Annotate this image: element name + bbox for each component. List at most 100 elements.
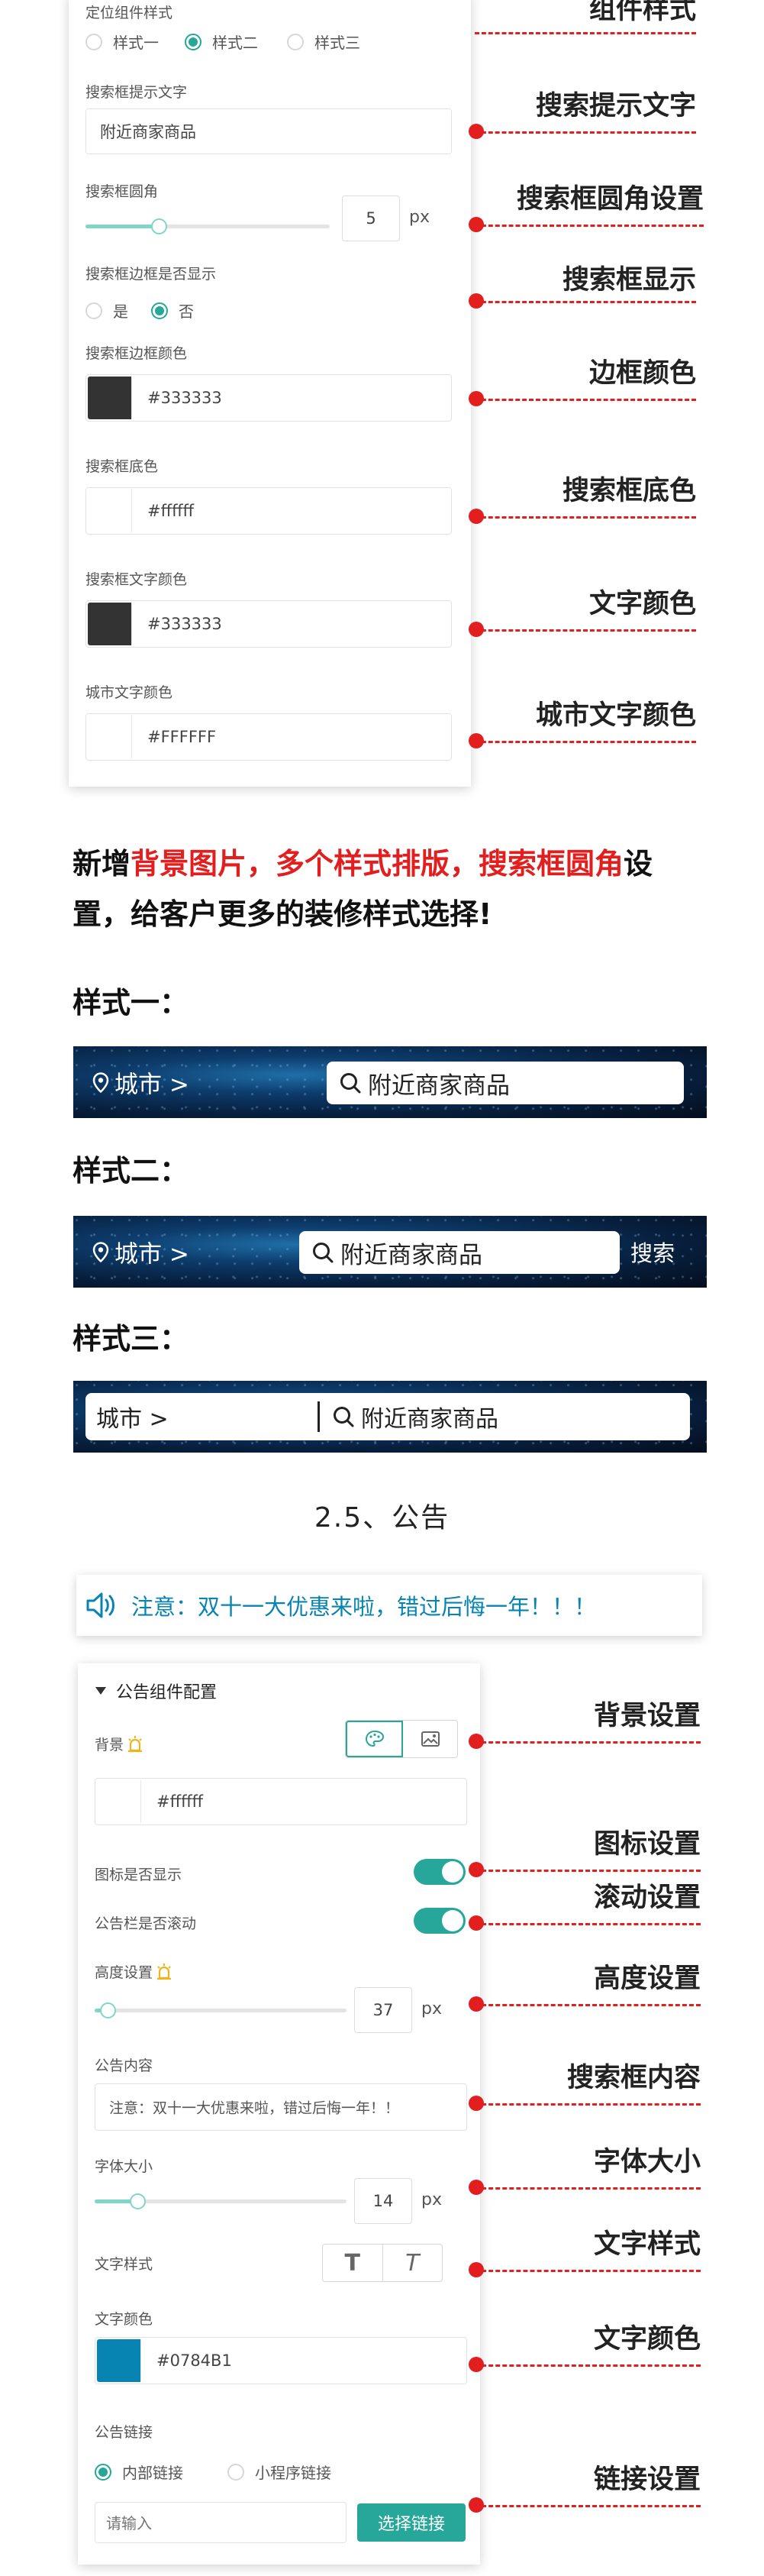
link-label: 公告链接 xyxy=(95,2424,153,2441)
style-option-1[interactable]: 样式一 xyxy=(85,31,159,53)
city-color-swatch[interactable] xyxy=(88,716,132,758)
font-size-slider[interactable] xyxy=(95,2193,347,2209)
city-selector[interactable]: 城市 > xyxy=(96,1400,318,1433)
bold-button[interactable]: T xyxy=(323,2245,383,2281)
annotation-content: 搜索框内容 xyxy=(469,2056,701,2111)
search-icon xyxy=(340,1073,361,1094)
font-size-label: 字体大小 xyxy=(95,2158,153,2175)
scroll-label: 公告栏是否滚动 xyxy=(95,1915,197,1932)
content-input[interactable]: 注意：双十一大优惠来啦，错过后悔一年！！ xyxy=(95,2083,467,2131)
bold-icon: T xyxy=(344,2249,360,2277)
bg-color-swatch[interactable] xyxy=(97,1780,141,1823)
alarm-icon xyxy=(128,1735,143,1752)
style-two-banner: 城市 > 附近商家商品 搜索 xyxy=(73,1216,707,1288)
notice-settings-panel: 公告组件配置 背景 #ffffff 图标是否显示 公告栏是否滚动 高度设置 37… xyxy=(78,1663,480,2565)
italic-button[interactable]: T xyxy=(383,2245,443,2281)
text-color-label: 搜索框文字颜色 xyxy=(85,571,188,588)
style-three-banner: 城市 > 附近商家商品 xyxy=(73,1381,707,1453)
annotation-text-color: 文字颜色 xyxy=(469,582,696,637)
combined-search-bar[interactable]: 城市 > 附近商家商品 xyxy=(85,1393,690,1440)
text-color-field[interactable]: #333333 xyxy=(85,600,452,648)
border-show-yes[interactable]: 是 xyxy=(85,299,128,322)
page: 定位组件样式 样式一 样式二 样式三 搜索框提示文字 附近商家商品 搜索框圆角 … xyxy=(0,0,764,2576)
city-selector[interactable]: 城市 > xyxy=(92,1065,189,1100)
bg-color-field[interactable]: #ffffff xyxy=(85,487,452,535)
radius-input[interactable]: 5 xyxy=(342,196,400,241)
radio-checked-icon xyxy=(151,302,168,319)
height-unit: px xyxy=(421,1999,442,2018)
text-style-buttons: T T xyxy=(322,2244,443,2282)
radius-label: 搜索框圆角 xyxy=(85,183,159,200)
bg-label: 背景 xyxy=(95,1734,143,1754)
palette-icon xyxy=(365,1730,384,1747)
link-input-field[interactable] xyxy=(106,2512,335,2535)
link-miniprogram-option[interactable]: 小程序链接 xyxy=(227,2461,331,2483)
icon-show-label: 图标是否显示 xyxy=(95,1867,182,1883)
border-color-field[interactable]: #333333 xyxy=(85,374,452,422)
bg-color-label: 搜索框底色 xyxy=(85,458,159,475)
height-slider[interactable] xyxy=(95,2002,347,2018)
annotation-bg: 背景设置 xyxy=(469,1694,701,1749)
icon-show-toggle[interactable] xyxy=(414,1859,466,1885)
text-color-swatch[interactable] xyxy=(97,2339,141,2382)
panel-title[interactable]: 公告组件配置 xyxy=(95,1679,217,1703)
placeholder-input[interactable]: 附近商家商品 xyxy=(85,108,452,154)
section-title: 2.5、公告 xyxy=(314,1502,450,1534)
search-button[interactable]: 搜索 xyxy=(630,1236,675,1268)
location-pin-icon xyxy=(92,1071,109,1093)
radius-slider-fill xyxy=(85,225,159,228)
font-size-input[interactable]: 14 xyxy=(354,2178,412,2224)
search-box[interactable]: 附近商家商品 xyxy=(327,1062,684,1104)
search-icon xyxy=(313,1243,334,1263)
italic-icon: T xyxy=(405,2249,420,2277)
scroll-toggle[interactable] xyxy=(414,1908,466,1934)
radius-slider-handle[interactable] xyxy=(151,218,167,234)
radio-icon xyxy=(227,2463,244,2481)
annotation-text-color: 文字颜色 xyxy=(469,2317,701,2372)
link-input[interactable] xyxy=(95,2502,347,2543)
search-box[interactable]: 附近商家商品 xyxy=(299,1231,620,1274)
city-color-field[interactable]: #FFFFFF xyxy=(85,713,452,761)
annotation-bg-color: 搜索框底色 xyxy=(469,469,696,524)
search-settings-panel: 定位组件样式 样式一 样式二 样式三 搜索框提示文字 附近商家商品 搜索框圆角 … xyxy=(69,0,471,787)
city-color-label: 城市文字颜色 xyxy=(85,684,173,701)
font-size-slider-handle[interactable] xyxy=(130,2193,147,2209)
link-internal-option[interactable]: 内部链接 xyxy=(95,2461,183,2483)
text-color-swatch[interactable] xyxy=(88,603,132,645)
radius-slider[interactable] xyxy=(85,218,330,234)
radio-icon xyxy=(85,302,102,319)
style-three-label: 样式三： xyxy=(73,1322,189,1356)
bg-color-swatch[interactable] xyxy=(88,490,132,532)
image-mode-button[interactable] xyxy=(403,1721,457,1757)
height-input[interactable]: 37 xyxy=(354,1987,412,2033)
style-one-banner: 城市 > 附近商家商品 xyxy=(73,1046,707,1118)
annotation-scroll: 滚动设置 xyxy=(469,1876,701,1931)
annotation-border-color: 边框颜色 xyxy=(469,351,696,406)
alarm-icon xyxy=(157,1963,172,1980)
headline: 新增背景图片，多个样式排版，搜索框圆角设 置，给客户更多的装修样式选择! xyxy=(73,847,653,931)
annotation-text-style: 文字样式 xyxy=(469,2222,701,2277)
radio-icon xyxy=(287,33,304,50)
city-selector[interactable]: 城市 > xyxy=(92,1235,189,1269)
annotation-radius: 搜索框圆角设置 xyxy=(469,177,704,232)
radio-checked-icon xyxy=(95,2463,111,2481)
select-link-button[interactable]: 选择链接 xyxy=(357,2503,466,2542)
text-color-field[interactable]: #0784B1 xyxy=(95,2337,467,2384)
style-label: 定位组件样式 xyxy=(85,5,173,21)
location-pin-icon xyxy=(92,1241,109,1262)
border-show-no[interactable]: 否 xyxy=(151,299,194,322)
color-mode-button[interactable] xyxy=(346,1721,403,1757)
border-color-swatch[interactable] xyxy=(88,377,132,419)
height-slider-handle[interactable] xyxy=(99,2002,116,2018)
height-label: 高度设置 xyxy=(95,1961,172,1982)
style-two-label: 样式二： xyxy=(73,1154,189,1188)
annotation-link: 链接设置 xyxy=(469,2458,701,2513)
notice-bar-preview: 注意：双十一大优惠来啦，错过后悔一年！！！ xyxy=(76,1575,702,1636)
annotation-icon: 图标设置 xyxy=(469,1822,701,1877)
search-icon xyxy=(334,1407,354,1427)
radius-unit: px xyxy=(409,208,430,227)
bg-color-field[interactable]: #ffffff xyxy=(95,1778,467,1825)
speaker-icon xyxy=(86,1592,114,1618)
style-option-3[interactable]: 样式三 xyxy=(287,31,360,53)
style-option-2[interactable]: 样式二 xyxy=(185,31,258,53)
